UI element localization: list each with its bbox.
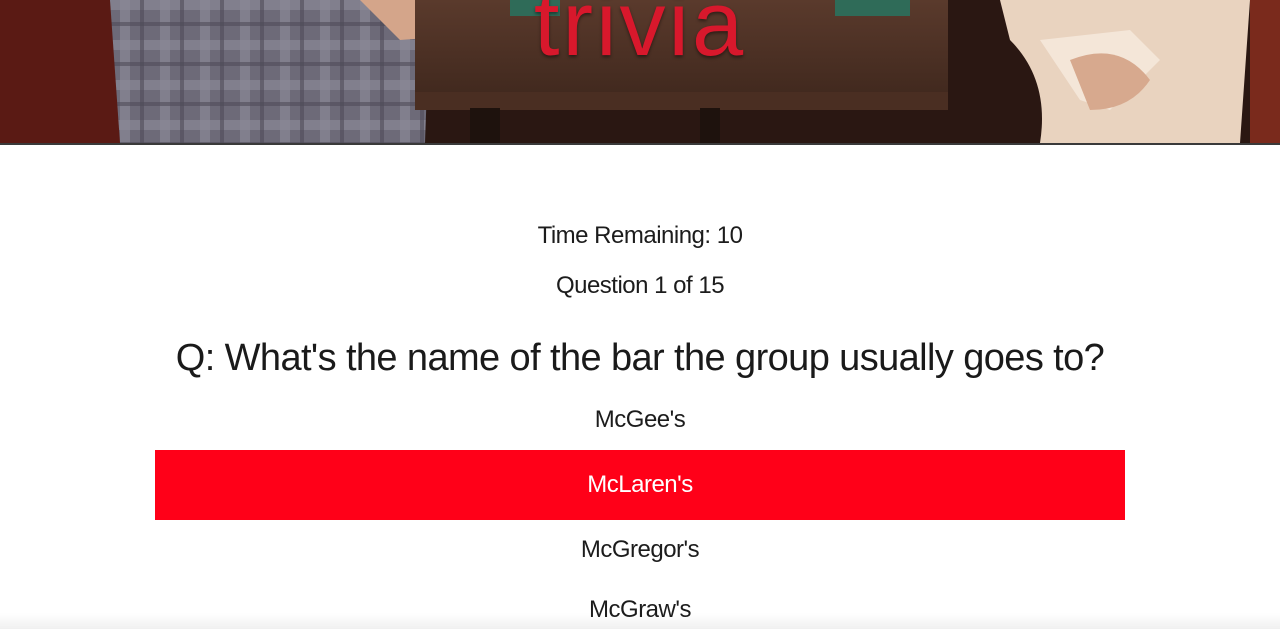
answer-option-3[interactable]: McGregor's bbox=[155, 520, 1125, 580]
banner-divider bbox=[0, 143, 1280, 145]
answer-option-2[interactable]: McLaren's bbox=[155, 450, 1125, 520]
banner-image: trivia bbox=[0, 0, 1280, 143]
time-remaining: Time Remaining: 10 bbox=[537, 222, 743, 249]
question-counter: Question 1 of 15 bbox=[555, 272, 725, 299]
answer-list: McGee's McLaren's McGregor's McGraw's bbox=[155, 390, 1125, 640]
answer-option-4[interactable]: McGraw's bbox=[155, 580, 1125, 640]
question-text: Q: What's the name of the bar the group … bbox=[175, 337, 1105, 379]
banner-scene bbox=[0, 0, 1280, 143]
answer-option-1[interactable]: McGee's bbox=[155, 390, 1125, 450]
